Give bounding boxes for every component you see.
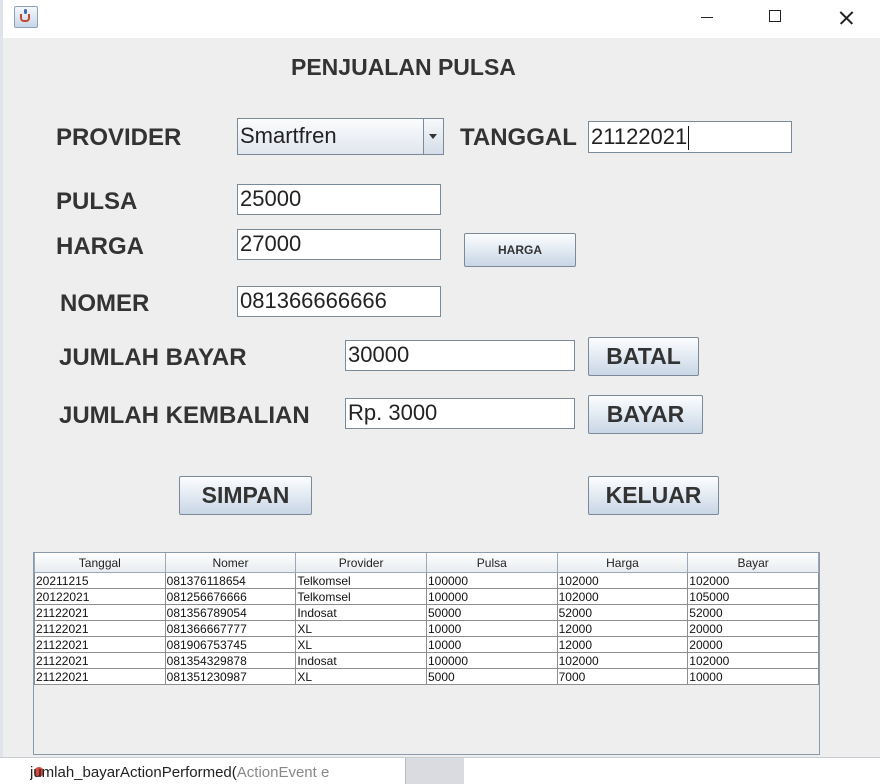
table-cell[interactable]: 102000 xyxy=(687,652,819,669)
sales-table-scrollpane[interactable]: Tanggal Nomer Provider Pulsa Harga Bayar… xyxy=(33,552,820,755)
table-cell[interactable]: 100000 xyxy=(425,652,558,669)
table-row[interactable]: 21122021 081366667777 XL 10000 12000 20000 xyxy=(34,620,819,637)
nomer-label: NOMER xyxy=(60,290,150,317)
table-cell[interactable]: 7000 xyxy=(556,668,689,685)
table-cell[interactable]: 20000 xyxy=(687,636,819,653)
background-ide-editor: jumlah_bayarActionPerformed(ActionEvent … xyxy=(0,757,880,784)
table-cell[interactable]: 12000 xyxy=(556,620,689,637)
table-row[interactable]: 20211215 081376118654 Telkomsel 100000 10200… xyxy=(34,572,819,589)
table-cell[interactable]: 102000 xyxy=(556,588,689,605)
table-cell[interactable]: Telkomsel xyxy=(295,588,427,605)
chevron-down-icon[interactable] xyxy=(423,119,443,154)
table-cell[interactable]: 102000 xyxy=(556,572,689,589)
table-cell[interactable]: 52000 xyxy=(687,604,819,621)
harga-input[interactable]: 27000 xyxy=(237,229,441,260)
simpan-button[interactable]: SIMPAN xyxy=(179,476,312,515)
table-cell[interactable]: 105000 xyxy=(687,588,819,605)
table-cell[interactable]: 081906753745 xyxy=(164,636,297,653)
nomer-input[interactable]: 081366666666 xyxy=(237,286,441,317)
table-cell[interactable]: 10000 xyxy=(687,668,819,685)
table-cell[interactable]: XL xyxy=(295,636,427,653)
column-header-pulsa[interactable]: Pulsa xyxy=(425,553,558,573)
page-title: PENJUALAN PULSA xyxy=(291,54,516,80)
pulsa-input[interactable]: 25000 xyxy=(237,184,441,215)
table-row[interactable]: 21122021 081356789054 Indosat 50000 52000 520… xyxy=(34,604,819,621)
table-cell[interactable]: 5000 xyxy=(425,668,558,685)
column-header-tanggal[interactable]: Tanggal xyxy=(34,553,166,573)
table-row[interactable]: 21122021 081906753745 XL 10000 12000 20000 xyxy=(34,636,819,653)
tanggal-label: TANGGAL xyxy=(460,124,577,151)
table-cell[interactable]: XL xyxy=(295,620,427,637)
table-cell[interactable]: 21122021 xyxy=(34,652,166,669)
provider-label: PROVIDER xyxy=(56,124,182,151)
column-header-bayar[interactable]: Bayar xyxy=(687,553,819,573)
text-cursor xyxy=(688,126,690,151)
table-cell[interactable]: 081366667777 xyxy=(164,620,297,637)
keluar-button[interactable]: KELUAR xyxy=(588,476,719,515)
column-header-provider[interactable]: Provider xyxy=(295,553,427,573)
table-header-row: Tanggal Nomer Provider Pulsa Harga Bayar xyxy=(34,553,819,573)
column-header-nomer[interactable]: Nomer xyxy=(164,553,297,573)
close-button[interactable] xyxy=(815,0,875,36)
table-cell[interactable]: 20122021 xyxy=(34,588,166,605)
column-header-harga[interactable]: Harga xyxy=(556,553,689,573)
table-cell[interactable]: 081354329878 xyxy=(164,652,297,669)
table-cell[interactable]: 21122021 xyxy=(34,668,166,685)
table-cell[interactable]: 50000 xyxy=(425,604,558,621)
table-cell[interactable]: 081351230987 xyxy=(164,668,297,685)
jumlah-kembalian-label: JUMLAH KEMBALIAN xyxy=(59,402,310,429)
table-cell[interactable]: 10000 xyxy=(425,636,558,653)
table-cell[interactable]: 081376118654 xyxy=(164,572,297,589)
table-cell[interactable]: 10000 xyxy=(425,620,558,637)
table-cell[interactable]: Telkomsel xyxy=(295,572,427,589)
table-cell[interactable]: 21122021 xyxy=(34,604,166,621)
sales-table: Tanggal Nomer Provider Pulsa Harga Bayar… xyxy=(34,553,819,685)
jumlah-kembalian-input[interactable]: Rp. 3000 xyxy=(345,398,575,429)
table-cell[interactable]: 081256676666 xyxy=(164,588,297,605)
table-cell[interactable]: 21122021 xyxy=(34,636,166,653)
table-cell[interactable]: 100000 xyxy=(425,572,558,589)
jumlah-bayar-input[interactable]: 30000 xyxy=(345,340,575,371)
table-cell[interactable]: 102000 xyxy=(556,652,689,669)
maximize-button[interactable] xyxy=(745,0,805,36)
jumlah-bayar-label: JUMLAH BAYAR xyxy=(59,344,247,371)
table-cell[interactable]: 102000 xyxy=(687,572,819,589)
provider-combobox[interactable]: Smartfren xyxy=(237,118,444,155)
tanggal-input[interactable]: 21122021 xyxy=(588,121,792,153)
harga-button[interactable]: HARGA xyxy=(464,233,576,267)
table-cell[interactable]: 20211215 xyxy=(34,572,166,589)
background-ide-panel xyxy=(405,758,464,784)
table-cell[interactable]: 52000 xyxy=(556,604,689,621)
table-cell[interactable]: 12000 xyxy=(556,636,689,653)
harga-label: HARGA xyxy=(56,233,144,260)
bayar-button[interactable]: BAYAR xyxy=(588,395,703,434)
table-cell[interactable]: 081356789054 xyxy=(164,604,297,621)
java-cup-icon xyxy=(14,6,38,28)
table-cell[interactable]: XL xyxy=(295,668,427,685)
title-bar xyxy=(3,0,880,38)
table-row[interactable]: 21122021 081351230987 XL 5000 7000 10000 xyxy=(34,668,819,685)
table-cell[interactable]: 100000 xyxy=(425,588,558,605)
background-code-line: jumlah_bayarActionPerformed(ActionEvent … xyxy=(30,764,330,781)
app-window: PENJUALAN PULSA PROVIDER Smartfren TANGG… xyxy=(3,0,880,757)
table-row[interactable]: 21122021 081354329878 Indosat 100000 102000 1… xyxy=(34,652,819,669)
minimize-button[interactable] xyxy=(677,0,737,36)
table-cell[interactable]: Indosat xyxy=(295,652,427,669)
table-cell[interactable]: Indosat xyxy=(295,604,427,621)
table-row[interactable]: 20122021 081256676666 Telkomsel 100000 10200… xyxy=(34,588,819,605)
provider-selected-value: Smartfren xyxy=(240,123,337,148)
table-cell[interactable]: 20000 xyxy=(687,620,819,637)
batal-button[interactable]: BATAL xyxy=(588,337,699,376)
table-cell[interactable]: 21122021 xyxy=(34,620,166,637)
pulsa-label: PULSA xyxy=(56,188,138,215)
